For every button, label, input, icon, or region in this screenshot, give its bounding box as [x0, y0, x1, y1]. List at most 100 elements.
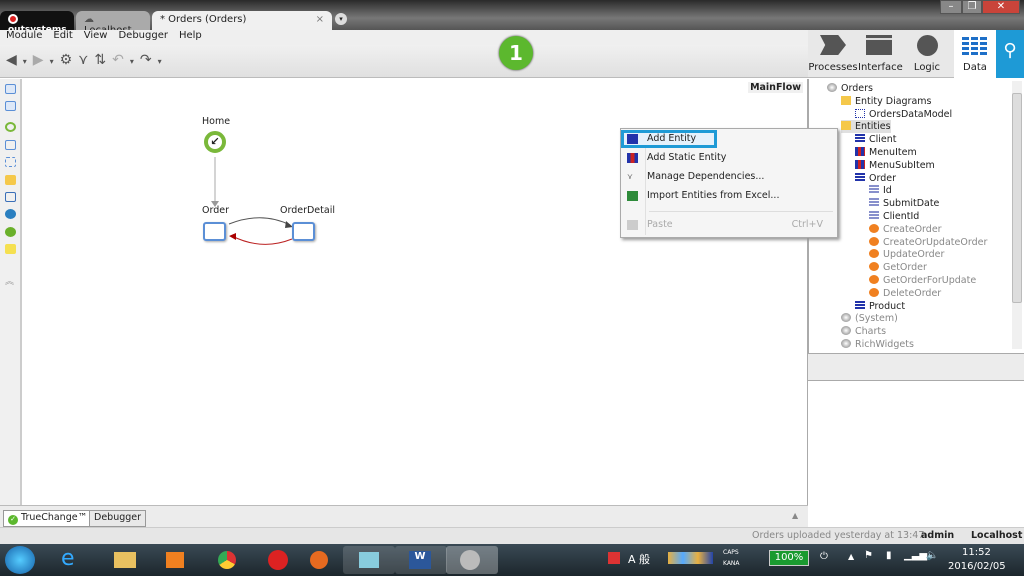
close-tab-icon[interactable]: × — [316, 14, 324, 25]
tray-app-icon[interactable] — [608, 552, 620, 564]
tree-item[interactable]: MenuItem — [855, 146, 917, 159]
menu-debugger[interactable]: Debugger — [118, 30, 168, 41]
service-studio-taskbar-icon[interactable] — [446, 546, 498, 574]
tree-item[interactable]: DeleteOrder — [869, 287, 941, 300]
tree-scrollbar[interactable] — [1012, 81, 1022, 349]
ie-icon[interactable]: e — [45, 546, 97, 574]
orderdetail-screen-node[interactable] — [292, 222, 315, 241]
redo-icon[interactable]: ↷ — [140, 52, 158, 68]
view-switcher: Processes Interface Logic Data ⚲ — [808, 30, 1024, 78]
menu-view[interactable]: View — [84, 30, 108, 41]
tree-item[interactable]: Order — [855, 172, 896, 185]
ime-tools-icons[interactable] — [668, 552, 713, 564]
media-player-icon[interactable] — [150, 546, 202, 574]
search-button[interactable]: ⚲ — [996, 30, 1024, 78]
form-icon[interactable] — [5, 101, 16, 111]
tab-truechange[interactable]: ✓ TrueChange™ — [3, 510, 93, 527]
external-site-icon[interactable] — [5, 192, 16, 202]
menu-item-import-excel[interactable]: Import Entities from Excel... — [621, 187, 837, 205]
taskbar-app[interactable] — [343, 546, 395, 574]
firefox-icon[interactable] — [294, 546, 346, 574]
volume-muted-icon[interactable]: 🔈 — [926, 550, 938, 561]
undo-icon[interactable]: ↶ — [112, 52, 130, 68]
tree-item[interactable]: UpdateOrder — [869, 248, 944, 261]
forward-icon[interactable]: ▶ — [33, 52, 50, 68]
explorer-icon[interactable] — [98, 546, 150, 574]
view-data[interactable]: Data — [954, 30, 996, 78]
start-button[interactable] — [5, 546, 35, 574]
menu-help[interactable]: Help — [179, 30, 202, 41]
menu-item-add-entity[interactable]: Add Entity — [621, 130, 717, 148]
tree-item[interactable]: Client — [855, 133, 897, 146]
entry-icon[interactable] — [5, 122, 16, 132]
device-icon[interactable]: ▮ — [886, 550, 892, 561]
publish-button[interactable]: 1 — [499, 36, 533, 70]
tree-item[interactable]: CreateOrder — [869, 223, 942, 236]
compare-merge-icon[interactable]: ⇅ — [94, 52, 112, 68]
tree-item[interactable]: Id — [869, 184, 892, 197]
tree-item[interactable]: (System) — [841, 312, 898, 325]
action-icon[interactable] — [5, 227, 16, 237]
tree-item[interactable]: Product — [855, 300, 905, 313]
battery-indicator[interactable]: 100% — [769, 550, 809, 566]
gear-icon[interactable]: ⚙ — [60, 52, 79, 68]
tree-item[interactable]: SubmitDate — [869, 197, 939, 210]
menu-item-add-static-entity[interactable]: Add Static Entity — [621, 149, 837, 167]
tree-item[interactable]: Charts — [841, 325, 886, 338]
back-icon[interactable]: ◀ — [6, 52, 23, 68]
list-records-icon[interactable] — [5, 84, 16, 94]
tree-item[interactable]: OrdersDataModel — [855, 108, 952, 121]
tree-item[interactable]: MenuSubItem — [855, 159, 935, 172]
clock-time[interactable]: 11:52 — [962, 547, 991, 558]
power-plug-icon[interactable]: ⏻ — [820, 551, 828, 562]
tab-outsystems[interactable]: outsystems — [0, 11, 74, 35]
tree-item[interactable]: Orders — [827, 82, 873, 95]
word-icon[interactable]: W — [395, 546, 447, 574]
forward-dropdown-icon[interactable]: ▾ — [50, 57, 60, 66]
tree-item[interactable]: RichWidgets — [841, 338, 914, 351]
globe-icon[interactable] — [5, 209, 16, 219]
back-dropdown-icon[interactable]: ▾ — [23, 57, 33, 66]
minimize-icon[interactable]: – — [940, 0, 962, 14]
tab-localhost[interactable]: ☁ Localhost — [76, 11, 150, 36]
tree-item[interactable]: Entity Diagrams — [841, 95, 932, 108]
expand-panel-icon[interactable]: ▲ — [792, 511, 798, 520]
tree-item[interactable]: ClientId — [869, 210, 919, 223]
tree-item[interactable]: Entities — [841, 120, 891, 134]
tree-item-label: Client — [869, 134, 897, 146]
action-center-flag-icon[interactable]: ⚑ — [864, 550, 873, 561]
email-icon[interactable] — [5, 175, 16, 185]
tree-item[interactable]: CreateOrUpdateOrder — [869, 236, 987, 249]
diagram-icon — [855, 108, 865, 118]
tab-list-dropdown-icon[interactable]: ▾ — [335, 13, 347, 25]
undo-dropdown-icon[interactable]: ▾ — [130, 57, 140, 66]
screen-icon[interactable] — [5, 140, 16, 150]
view-interface[interactable]: Interface — [858, 30, 903, 78]
menu-item-paste[interactable]: Paste Ctrl+V — [621, 216, 837, 234]
show-hidden-icons[interactable]: ▲ — [848, 552, 854, 561]
order-screen-node[interactable] — [203, 222, 226, 241]
view-processes[interactable]: Processes — [808, 30, 858, 78]
clock-date[interactable]: 2016/02/05 — [948, 561, 1006, 572]
tab-orders[interactable]: * Orders (Orders) × — [152, 11, 332, 30]
web-block-icon[interactable] — [5, 157, 16, 167]
menu-edit[interactable]: Edit — [53, 30, 72, 41]
redo-dropdown-icon[interactable]: ▾ — [158, 57, 168, 66]
tree-item[interactable]: GetOrderForUpdate — [869, 274, 976, 287]
tab-debugger[interactable]: Debugger — [89, 510, 147, 527]
collapse-icon[interactable]: ︽ — [5, 274, 16, 287]
restore-icon[interactable]: ❐ — [962, 0, 982, 14]
ime-indicator[interactable]: A 般 — [628, 551, 650, 567]
menu-module[interactable]: Module — [6, 30, 42, 41]
tree-item[interactable]: GetOrder — [869, 261, 927, 274]
dependencies-icon[interactable]: ⋎ — [78, 52, 94, 68]
view-logic[interactable]: Logic — [904, 30, 950, 78]
tree-item-label: CreateOrder — [883, 223, 942, 235]
scrollbar-thumb[interactable] — [1012, 93, 1022, 303]
comment-icon[interactable] — [5, 244, 16, 254]
chrome-icon[interactable] — [202, 546, 254, 574]
tree-item-label: Entity Diagrams — [855, 95, 932, 107]
close-window-icon[interactable]: ✕ — [982, 0, 1020, 14]
network-signal-icon[interactable]: ▁▃▅ — [904, 550, 927, 561]
menu-item-manage-dependencies[interactable]: ⋎ Manage Dependencies... — [621, 168, 837, 186]
